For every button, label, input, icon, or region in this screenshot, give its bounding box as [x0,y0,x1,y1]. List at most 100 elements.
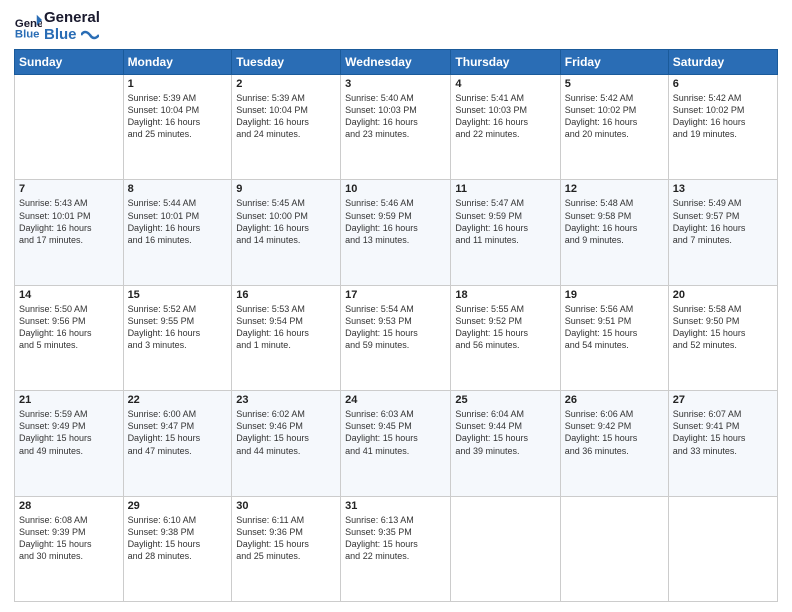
calendar-cell: 24 Sunrise: 6:03 AM Sunset: 9:45 PM Dayli… [341,391,451,496]
day-number: 31 [345,500,446,512]
day-info: Sunrise: 6:00 AM Sunset: 9:47 PM Dayligh… [128,408,228,457]
logo: General Blue General Blue [14,10,100,43]
calendar-cell: 12Sunrise: 5:48 AM Sunset: 9:58 PM Dayli… [560,180,668,285]
day-number: 26 [565,394,664,406]
weekday-header-monday: Monday [123,50,232,75]
day-number: 9 [236,183,336,195]
calendar-cell: 29 Sunrise: 6:10 AM Sunset: 9:38 PM Dayli… [123,496,232,601]
weekday-header-sunday: Sunday [15,50,124,75]
calendar-cell: 21 Sunrise: 5:59 AM Sunset: 9:49 PM Dayli… [15,391,124,496]
day-info: Sunrise: 5:53 AM Sunset: 9:54 PM Dayligh… [236,303,336,352]
calendar-cell: 27 Sunrise: 6:07 AM Sunset: 9:41 PM Dayli… [668,391,777,496]
day-number: 10 [345,183,446,195]
day-number: 13 [673,183,773,195]
calendar-cell: 7Sunrise: 5:43 AM Sunset: 10:01 PM Dayli… [15,180,124,285]
day-number: 19 [565,289,664,301]
calendar-week-row: 7Sunrise: 5:43 AM Sunset: 10:01 PM Dayli… [15,180,778,285]
calendar-cell: 19Sunrise: 5:56 AM Sunset: 9:51 PM Dayli… [560,285,668,390]
day-info: Sunrise: 6:11 AM Sunset: 9:36 PM Dayligh… [236,514,336,563]
day-number: 27 [673,394,773,406]
calendar-cell: 23 Sunrise: 6:02 AM Sunset: 9:46 PM Dayli… [232,391,341,496]
calendar-cell: 28 Sunrise: 6:08 AM Sunset: 9:39 PM Dayli… [15,496,124,601]
day-info: Sunrise: 5:54 AM Sunset: 9:53 PM Dayligh… [345,303,446,352]
day-number: 7 [19,183,119,195]
day-info: Sunrise: 5:42 AM Sunset: 10:02 PM Daylig… [673,92,773,141]
calendar-cell: 22 Sunrise: 6:00 AM Sunset: 9:47 PM Dayli… [123,391,232,496]
calendar-week-row: 28 Sunrise: 6:08 AM Sunset: 9:39 PM Dayli… [15,496,778,601]
page-header: General Blue General Blue [14,10,778,43]
day-info: Sunrise: 5:47 AM Sunset: 9:59 PM Dayligh… [455,197,555,246]
weekday-header-friday: Friday [560,50,668,75]
day-number: 18 [455,289,555,301]
day-info: Sunrise: 6:08 AM Sunset: 9:39 PM Dayligh… [19,514,119,563]
day-number: 28 [19,500,119,512]
day-number: 30 [236,500,336,512]
day-info: Sunrise: 6:03 AM Sunset: 9:45 PM Dayligh… [345,408,446,457]
calendar-cell: 4 Sunrise: 5:41 AM Sunset: 10:03 PM Dayli… [451,75,560,180]
day-info: Sunrise: 6:13 AM Sunset: 9:35 PM Dayligh… [345,514,446,563]
day-number: 25 [455,394,555,406]
day-number: 12 [565,183,664,195]
logo-icon: General Blue [14,13,42,41]
weekday-header-saturday: Saturday [668,50,777,75]
day-info: Sunrise: 5:39 AM Sunset: 10:04 PM Daylig… [128,92,228,141]
day-info: Sunrise: 5:40 AM Sunset: 10:03 PM Daylig… [345,92,446,141]
day-info: Sunrise: 5:58 AM Sunset: 9:50 PM Dayligh… [673,303,773,352]
calendar-cell: 25Sunrise: 6:04 AM Sunset: 9:44 PM Dayli… [451,391,560,496]
weekday-header-wednesday: Wednesday [341,50,451,75]
calendar-cell: 2 Sunrise: 5:39 AM Sunset: 10:04 PM Dayli… [232,75,341,180]
day-number: 14 [19,289,119,301]
calendar-cell: 11 Sunrise: 5:47 AM Sunset: 9:59 PM Dayli… [451,180,560,285]
day-number: 1 [128,78,228,90]
day-info: Sunrise: 6:02 AM Sunset: 9:46 PM Dayligh… [236,408,336,457]
day-number: 22 [128,394,228,406]
day-number: 3 [345,78,446,90]
day-number: 29 [128,500,228,512]
day-info: Sunrise: 5:42 AM Sunset: 10:02 PM Daylig… [565,92,664,141]
calendar-cell [668,496,777,601]
day-info: Sunrise: 6:07 AM Sunset: 9:41 PM Dayligh… [673,408,773,457]
logo-general: General [44,10,100,27]
day-number: 24 [345,394,446,406]
day-info: Sunrise: 5:49 AM Sunset: 9:57 PM Dayligh… [673,197,773,246]
day-number: 17 [345,289,446,301]
calendar-week-row: 21 Sunrise: 5:59 AM Sunset: 9:49 PM Dayli… [15,391,778,496]
svg-text:Blue: Blue [15,28,40,40]
logo-blue: Blue [44,27,100,44]
calendar-cell: 30 Sunrise: 6:11 AM Sunset: 9:36 PM Dayli… [232,496,341,601]
day-number: 11 [455,183,555,195]
day-number: 21 [19,394,119,406]
calendar-cell: 26 Sunrise: 6:06 AM Sunset: 9:42 PM Dayli… [560,391,668,496]
day-number: 4 [455,78,555,90]
weekday-header-thursday: Thursday [451,50,560,75]
day-info: Sunrise: 6:10 AM Sunset: 9:38 PM Dayligh… [128,514,228,563]
calendar-cell: 18 Sunrise: 5:55 AM Sunset: 9:52 PM Dayli… [451,285,560,390]
calendar-cell: 6Sunrise: 5:42 AM Sunset: 10:02 PM Dayli… [668,75,777,180]
day-number: 23 [236,394,336,406]
day-info: Sunrise: 5:59 AM Sunset: 9:49 PM Dayligh… [19,408,119,457]
day-info: Sunrise: 5:41 AM Sunset: 10:03 PM Daylig… [455,92,555,141]
calendar-cell: 3 Sunrise: 5:40 AM Sunset: 10:03 PM Dayli… [341,75,451,180]
day-number: 8 [128,183,228,195]
day-number: 20 [673,289,773,301]
day-info: Sunrise: 6:06 AM Sunset: 9:42 PM Dayligh… [565,408,664,457]
calendar-cell: 20 Sunrise: 5:58 AM Sunset: 9:50 PM Dayli… [668,285,777,390]
calendar-cell [15,75,124,180]
day-number: 5 [565,78,664,90]
calendar-cell: 17 Sunrise: 5:54 AM Sunset: 9:53 PM Dayli… [341,285,451,390]
calendar-week-row: 14 Sunrise: 5:50 AM Sunset: 9:56 PM Dayli… [15,285,778,390]
day-info: Sunrise: 5:44 AM Sunset: 10:01 PM Daylig… [128,197,228,246]
calendar-cell: 9Sunrise: 5:45 AM Sunset: 10:00 PM Dayli… [232,180,341,285]
day-number: 15 [128,289,228,301]
calendar-cell: 1 Sunrise: 5:39 AM Sunset: 10:04 PM Dayli… [123,75,232,180]
calendar-cell: 31 Sunrise: 6:13 AM Sunset: 9:35 PM Dayli… [341,496,451,601]
day-number: 2 [236,78,336,90]
calendar-cell: 15 Sunrise: 5:52 AM Sunset: 9:55 PM Dayli… [123,285,232,390]
calendar-cell: 10Sunrise: 5:46 AM Sunset: 9:59 PM Dayli… [341,180,451,285]
day-info: Sunrise: 5:52 AM Sunset: 9:55 PM Dayligh… [128,303,228,352]
calendar-table: SundayMondayTuesdayWednesdayThursdayFrid… [14,49,778,602]
day-info: Sunrise: 5:39 AM Sunset: 10:04 PM Daylig… [236,92,336,141]
day-info: Sunrise: 5:55 AM Sunset: 9:52 PM Dayligh… [455,303,555,352]
calendar-cell [560,496,668,601]
day-info: Sunrise: 5:50 AM Sunset: 9:56 PM Dayligh… [19,303,119,352]
